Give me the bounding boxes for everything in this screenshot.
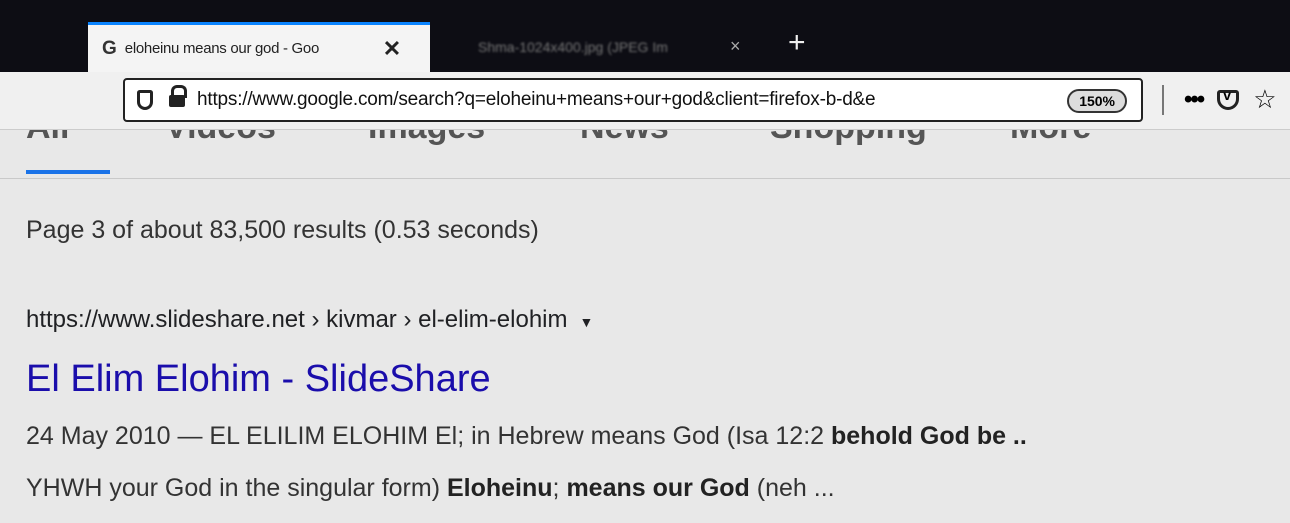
page-actions-menu-icon[interactable]: ••• xyxy=(1184,86,1205,114)
close-icon[interactable]: × xyxy=(730,36,741,57)
results-stats: Page 3 of about 83,500 results (0.53 sec… xyxy=(26,216,539,244)
tab-inactive[interactable]: Shma-1024x400.jpg (JPEG Im × xyxy=(478,36,741,57)
snippet-text: (neh ... xyxy=(749,474,835,502)
snippet-text: YHWH your God in the singular form) xyxy=(26,474,447,502)
new-tab-button[interactable]: + xyxy=(788,26,806,60)
snippet-bold-text: behold God be .. xyxy=(831,422,1027,450)
tab-more[interactable]: More xyxy=(1010,130,1091,147)
shield-icon[interactable] xyxy=(137,90,153,110)
zoom-level-badge[interactable]: 150% xyxy=(1067,89,1127,113)
active-tab-underline xyxy=(26,170,110,174)
snippet-bold-text: means our God xyxy=(566,474,750,502)
tab-images[interactable]: Images xyxy=(368,130,485,147)
snippet-bold-text: Eloheinu xyxy=(446,474,553,502)
google-search-tabs: All Videos Images News Shopping More xyxy=(0,130,1290,178)
tab-news[interactable]: News xyxy=(580,130,669,147)
dropdown-arrow-icon[interactable]: ▼ xyxy=(580,314,594,330)
star-icon[interactable]: ☆ xyxy=(1253,84,1276,115)
result-snippet-line-1: 24 May 2010 — EL ELILIM ELOHIM El; in He… xyxy=(26,422,1027,451)
tabs-divider xyxy=(0,178,1290,179)
tab-all[interactable]: All xyxy=(26,130,69,147)
navigation-bar: https://www.google.com/search?q=eloheinu… xyxy=(0,72,1290,130)
result-url-text[interactable]: https://www.slideshare.net › kivmar › el… xyxy=(26,306,568,333)
browser-tab-bar: G eloheinu means our god - Goo ✕ Shma-10… xyxy=(0,0,1290,72)
snippet-text: 24 May 2010 — EL ELILIM ELOHIM El; in He… xyxy=(26,422,831,450)
search-results-page: All Videos Images News Shopping More Pag… xyxy=(0,130,1290,523)
address-bar[interactable]: https://www.google.com/search?q=eloheinu… xyxy=(123,78,1143,122)
snippet-text: ; xyxy=(552,474,567,502)
toolbar-divider xyxy=(1162,84,1164,115)
result-snippet-line-2: YHWH your God in the singular form) Eloh… xyxy=(26,474,835,503)
tab-shopping[interactable]: Shopping xyxy=(770,130,927,147)
lock-icon[interactable] xyxy=(169,85,187,108)
tab-title: Shma-1024x400.jpg (JPEG Im xyxy=(478,38,668,55)
url-text[interactable]: https://www.google.com/search?q=eloheinu… xyxy=(197,89,972,111)
result-url[interactable]: https://www.slideshare.net › kivmar › el… xyxy=(26,306,593,334)
close-icon[interactable]: ✕ xyxy=(383,36,401,62)
tab-videos[interactable]: Videos xyxy=(165,130,276,147)
tab-active[interactable]: G eloheinu means our god - Goo ✕ xyxy=(88,22,430,72)
toolbar-icons: ••• ☆ xyxy=(1162,84,1277,115)
tab-title: eloheinu means our god - Goo xyxy=(124,40,320,57)
pocket-icon[interactable] xyxy=(1217,87,1240,110)
google-favicon-icon: G xyxy=(102,37,117,59)
result-title-link[interactable]: El Elim Elohim - SlideShare xyxy=(26,358,491,401)
